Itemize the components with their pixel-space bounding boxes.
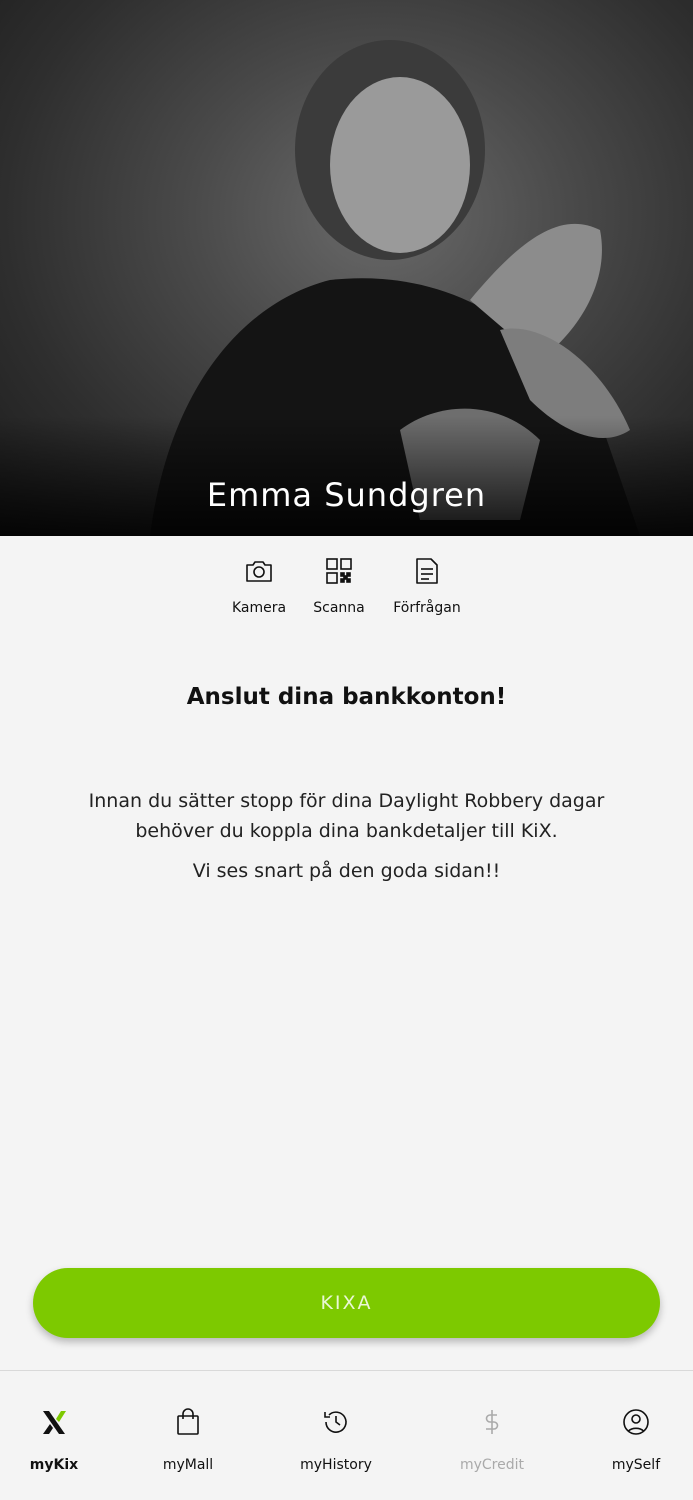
kixa-button[interactable]: KIXA (33, 1268, 660, 1338)
request-action[interactable]: Förfrågan (382, 556, 472, 616)
user-circle-icon (623, 1409, 649, 1435)
quick-actions: Kamera Scanna Förfrågan (0, 556, 693, 626)
scan-label: Scanna (313, 600, 365, 616)
nav-label-mymall: myMall (162, 1457, 214, 1473)
shopping-bag-icon (177, 1408, 199, 1435)
scan-action[interactable]: Scanna (294, 556, 384, 616)
camera-icon (246, 561, 272, 582)
profile-name: Emma Sundgren (206, 476, 487, 514)
kix-logo-icon (43, 1411, 66, 1434)
nav-label-mykix: myKix (29, 1457, 79, 1473)
connect-bank-title: Anslut dina bankkonton! (186, 684, 507, 710)
nav-item-myself[interactable]: mySelf (581, 1407, 691, 1473)
bottom-navigation: myKix myMall myHistory myCredit mySelf (0, 1370, 693, 1500)
camera-label: Kamera (231, 600, 287, 616)
nav-item-myhistory[interactable]: myHistory (281, 1407, 391, 1473)
qr-code-icon (326, 558, 352, 584)
profile-hero: Emma Sundgren (0, 0, 693, 536)
history-icon (324, 1411, 347, 1433)
nav-item-mymall[interactable]: myMall (133, 1407, 243, 1473)
dollar-icon (485, 1410, 499, 1434)
request-label: Förfrågan (393, 600, 461, 616)
nav-item-mycredit[interactable]: myCredit (437, 1407, 547, 1473)
nav-item-mykix[interactable]: myKix (0, 1407, 109, 1473)
nav-label-mycredit: myCredit (459, 1457, 525, 1473)
farewell-text: Vi ses snart på den goda sidan!! (192, 860, 501, 882)
camera-action[interactable]: Kamera (214, 556, 304, 616)
nav-label-myself: mySelf (611, 1457, 661, 1473)
connect-bank-description: Innan du sätter stopp för dina Daylight … (88, 790, 605, 842)
nav-label-myhistory: myHistory (300, 1457, 372, 1473)
document-icon (416, 558, 438, 584)
